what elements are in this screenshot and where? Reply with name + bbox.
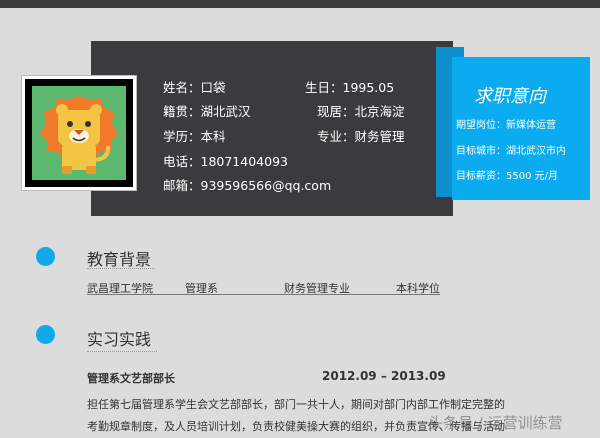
- job-salary: 目标薪资：5500 元/月: [456, 171, 558, 182]
- profile-birthday: 生日：1995.05: [305, 80, 395, 95]
- section-bullet-internship: [36, 325, 55, 344]
- profile-hometown: 籍贯：湖北武汉: [163, 104, 251, 119]
- top-bar: [0, 0, 600, 8]
- profile-education: 学历：本科: [163, 129, 226, 144]
- avatar: [22, 76, 136, 190]
- profile-residence: 现居：北京海淀: [317, 104, 405, 119]
- education-title-underline: [87, 268, 155, 269]
- internship-section-title: 实习实践: [87, 330, 152, 349]
- profile-phone: 电话：18071404093: [163, 154, 288, 169]
- internship-period: 2012.09 – 2013.09: [322, 369, 446, 383]
- job-intention-title: 求职意向: [474, 86, 546, 107]
- lion-icon: [32, 86, 126, 180]
- job-city: 目标城市：湖北武汉市内: [456, 146, 566, 157]
- education-divider: [87, 294, 440, 295]
- internship-title-underline: [87, 351, 157, 352]
- internship-description-line-1: 担任第七届管理系学生会文艺部部长，部门一共十人，期间对部门内部工作制定完整的: [87, 398, 505, 411]
- education-section-title: 教育背景: [87, 250, 152, 269]
- job-position: 期望岗位：新媒体运营: [456, 120, 556, 131]
- profile-major: 专业：财务管理: [317, 129, 405, 144]
- profile-name: 姓名：口袋: [163, 80, 226, 95]
- profile-email: 邮箱：939596566@qq.com: [163, 178, 332, 193]
- internship-role: 管理系文艺部部长: [87, 372, 175, 385]
- section-bullet-education: [36, 247, 55, 266]
- watermark: 头条号 / 运营训练营: [428, 414, 563, 432]
